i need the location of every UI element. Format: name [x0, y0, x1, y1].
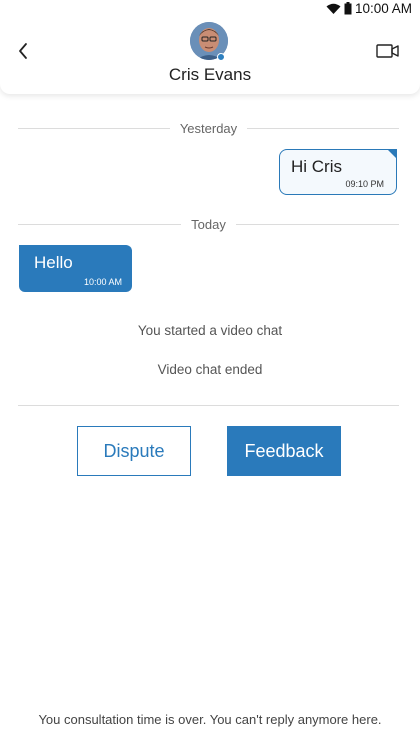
chat-screen: Cris Evans 10:00 AM Yesterday Hi Cris 09… [0, 0, 420, 747]
message-text: Hi Cris [291, 157, 342, 176]
feedback-button[interactable]: Feedback [227, 426, 341, 476]
system-message-video-ended: Video chat ended [157, 362, 263, 377]
wifi-icon [326, 3, 341, 14]
message-text: Hello [34, 253, 73, 272]
divider-line [247, 127, 399, 129]
date-label: Yesterday [179, 120, 238, 136]
consultation-over-notice: You consultation time is over. You can't… [38, 712, 382, 727]
status-time: 10:00 AM [354, 1, 412, 16]
bubble-tail [387, 149, 397, 159]
divider [18, 405, 399, 406]
chevron-left-icon [19, 43, 27, 59]
back-button[interactable] [12, 40, 34, 62]
online-status-dot [217, 53, 225, 61]
avatar[interactable] [190, 22, 228, 61]
divider-line [18, 223, 182, 225]
dispute-button[interactable]: Dispute [77, 426, 191, 476]
system-message-video-started: You started a video chat [137, 323, 283, 338]
contact-name: Cris Evans [168, 65, 252, 84]
status-bar: 10:00 AM [0, 0, 420, 18]
outgoing-message-bubble[interactable]: Hi Cris 09:10 PM [279, 149, 397, 195]
date-label: Today [191, 216, 226, 232]
message-time: 09:10 PM [345, 179, 384, 189]
incoming-message-bubble[interactable]: Hello 10:00 AM [19, 245, 132, 292]
video-camera-icon [376, 44, 399, 58]
date-divider-today: Today [18, 215, 400, 233]
message-time: 10:00 AM [83, 277, 122, 287]
divider-line [18, 127, 170, 129]
battery-icon [344, 2, 352, 15]
video-call-button[interactable] [376, 42, 400, 60]
divider-line [235, 223, 400, 225]
date-divider-yesterday: Yesterday [18, 119, 399, 137]
